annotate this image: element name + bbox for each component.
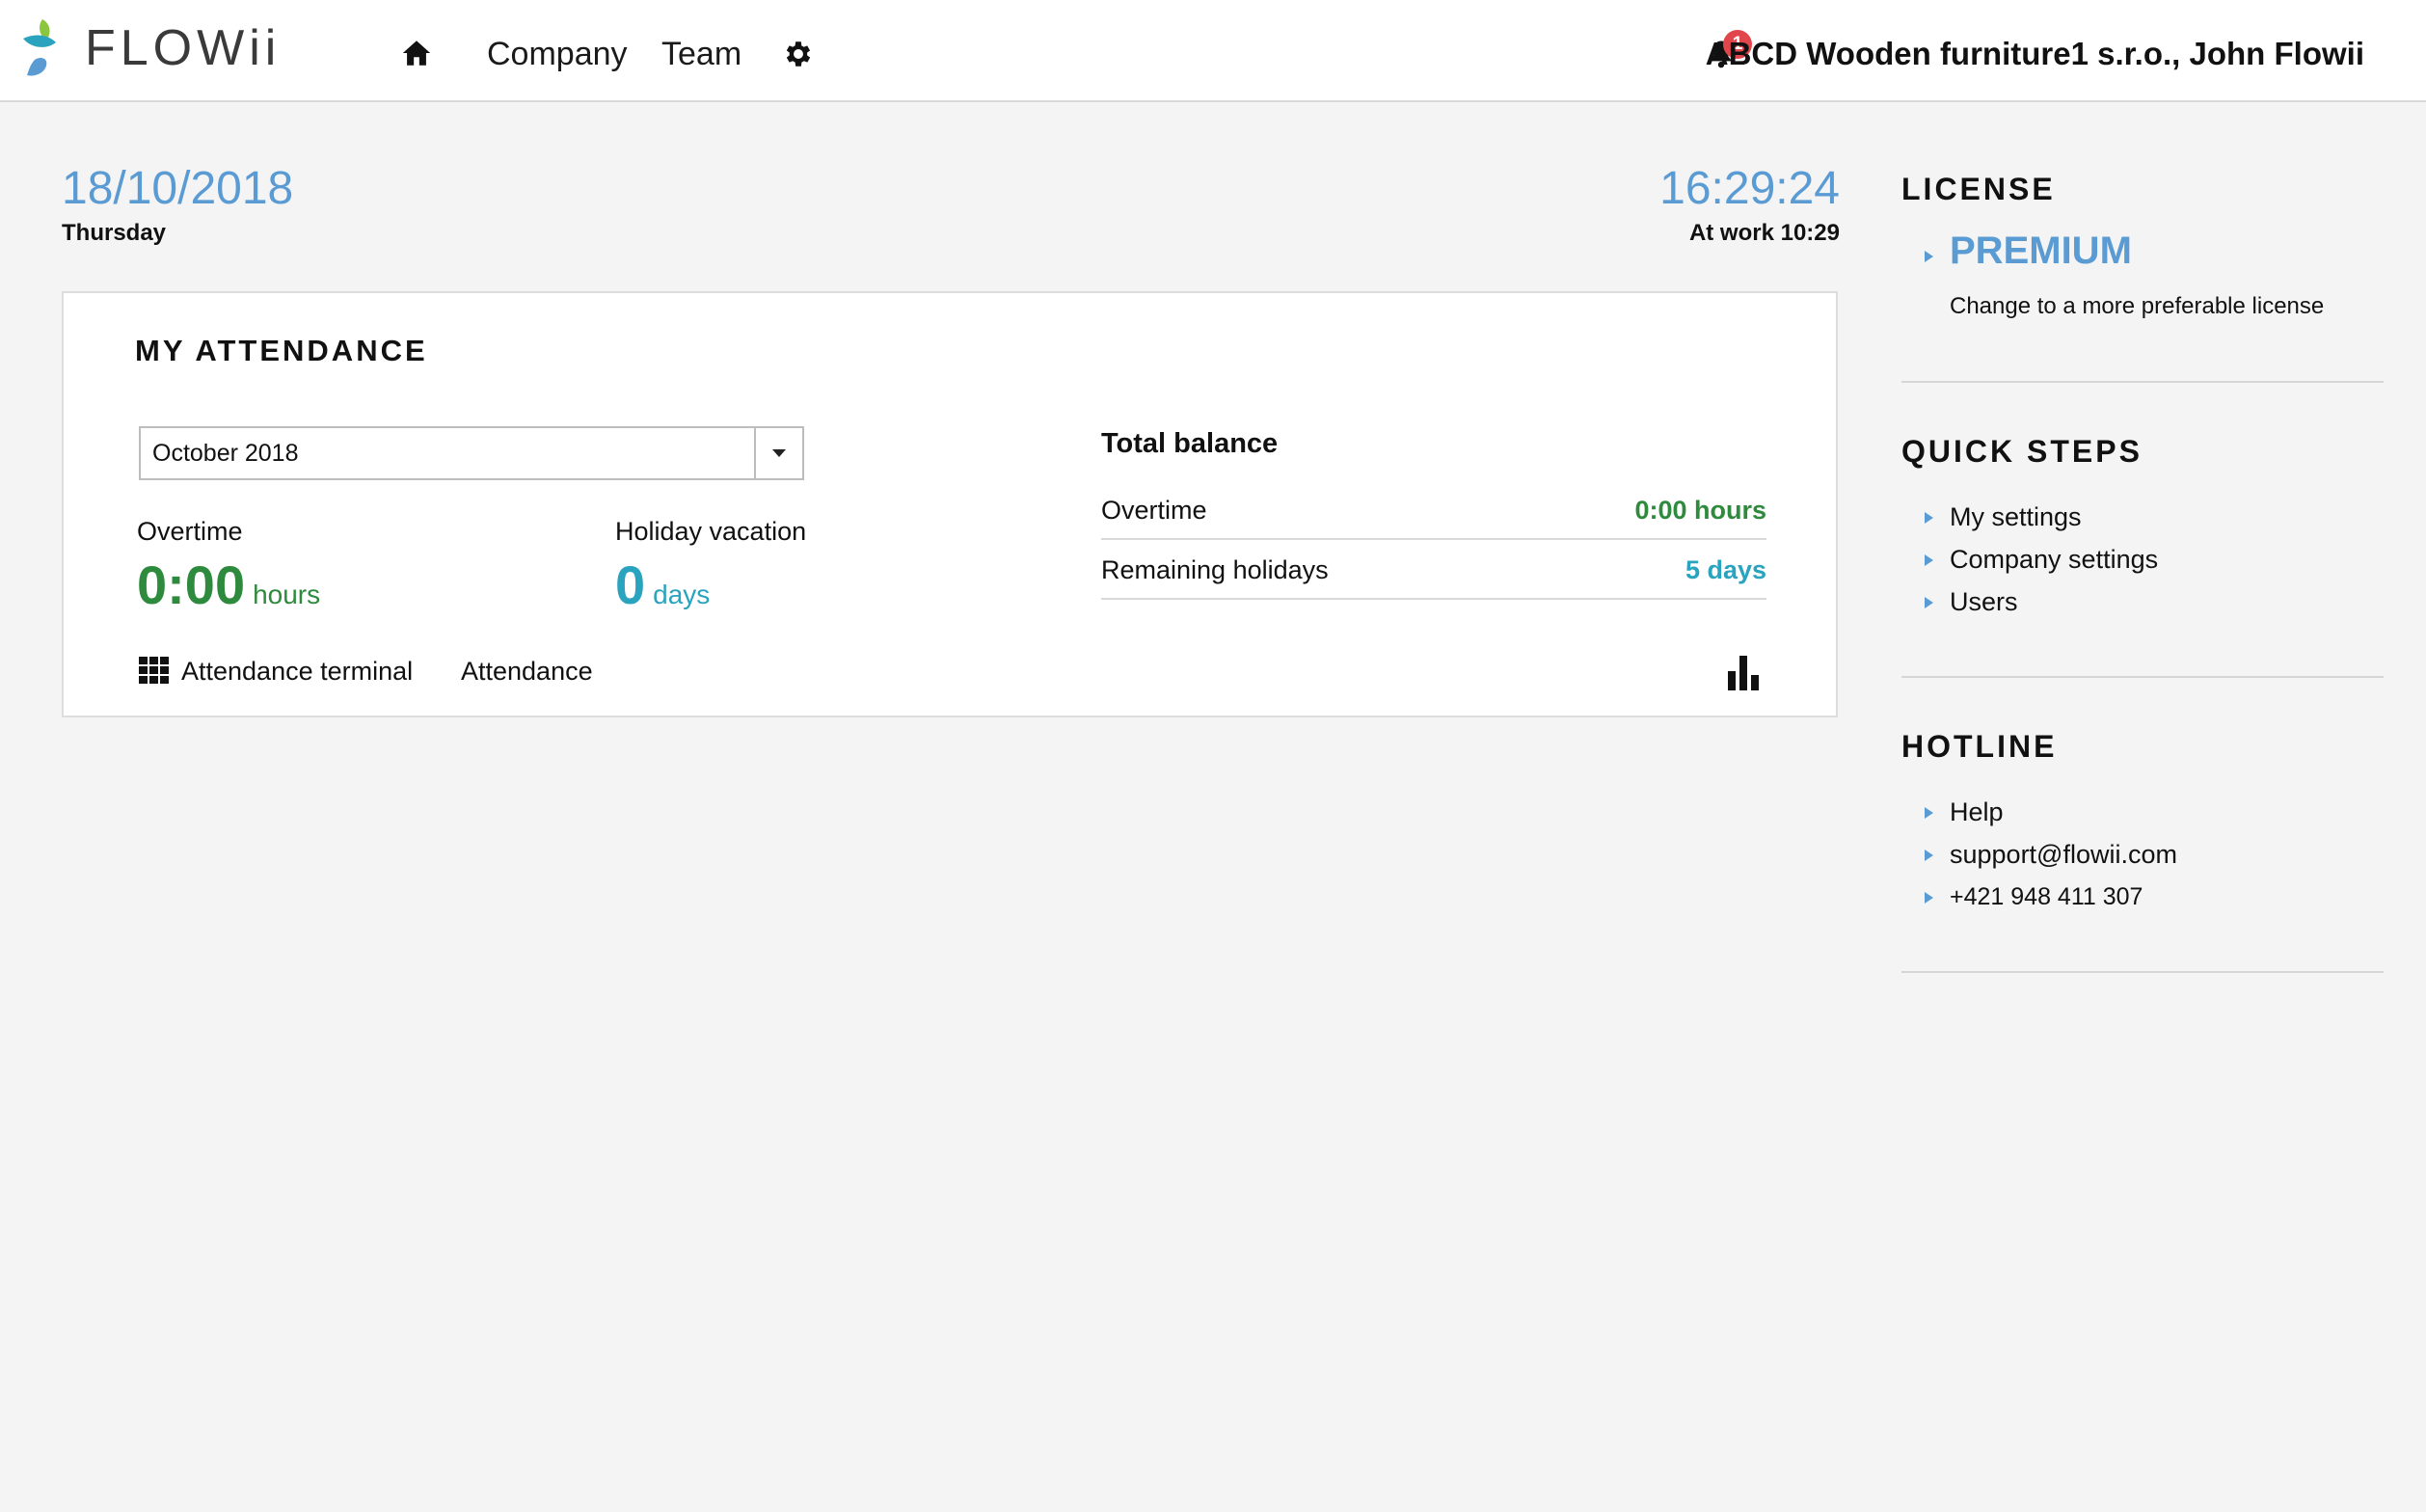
attendance-link[interactable]: Attendance [461, 652, 593, 690]
quick-step-my-settings[interactable]: My settings [1950, 498, 2082, 536]
sidebar-divider [1901, 381, 2384, 383]
arrow-right-icon [1925, 807, 1933, 819]
hotline-help-link[interactable]: Help [1950, 793, 2004, 831]
flowii-logo[interactable]: FLOWii [21, 17, 276, 79]
current-weekday: Thursday [62, 220, 167, 246]
overtime-stat: 0:00 hours [137, 552, 320, 619]
overtime-unit: hours [253, 580, 321, 609]
quick-step-company-settings[interactable]: Company settings [1950, 540, 2158, 579]
quick-steps-heading: QUICK STEPS [1901, 434, 2143, 469]
arrow-right-icon [1925, 251, 1933, 262]
overtime-value: 0:00 [137, 554, 246, 615]
grid-icon [139, 657, 169, 684]
attendance-terminal-label: Attendance terminal [181, 657, 414, 686]
hotline-phone-link[interactable]: +421 948 411 307 [1950, 878, 2143, 916]
hotline-email-link[interactable]: support@flowii.com [1950, 835, 2177, 874]
logo-wordmark: FLOWii [85, 20, 282, 76]
license-heading: LICENSE [1901, 172, 2056, 206]
arrow-right-icon [1925, 850, 1933, 861]
balance-value: 5 days [1685, 555, 1766, 584]
balance-label: Overtime [1101, 496, 1207, 525]
sidebar-divider [1901, 971, 2384, 973]
holiday-value: 0 [615, 554, 646, 615]
arrow-right-icon [1925, 512, 1933, 524]
total-balance-title: Total balance [1101, 428, 1279, 459]
top-navigation-bar: FLOWii Company Team 1 ABCD Wooden furnit… [0, 0, 2426, 102]
gear-icon[interactable] [782, 38, 815, 70]
company-user-menu[interactable]: ABCD Wooden furniture1 s.r.o., John Flow… [1706, 29, 2364, 79]
balance-row-holidays: Remaining holidays 5 days [1101, 542, 1766, 600]
at-work-duration: At work 10:29 [1688, 220, 1840, 246]
holiday-stat: 0 days [615, 552, 710, 619]
arrow-right-icon [1925, 597, 1933, 608]
quick-step-users[interactable]: Users [1950, 582, 2018, 621]
bar-chart-icon[interactable] [1728, 656, 1761, 690]
overtime-label: Overtime [137, 517, 243, 546]
arrow-right-icon [1925, 554, 1933, 566]
sidebar-divider [1901, 676, 2384, 678]
arrow-right-icon [1925, 892, 1933, 904]
holiday-unit: days [653, 580, 711, 609]
attendance-terminal-link[interactable]: Attendance terminal [139, 652, 413, 690]
holiday-label: Holiday vacation [615, 517, 807, 546]
balance-row-overtime: Overtime 0:00 hours [1101, 482, 1766, 540]
my-attendance-card: MY ATTENDANCE October 2018 Overtime 0:00… [62, 291, 1838, 717]
premium-license-link[interactable]: PREMIUM [1950, 230, 2132, 273]
balance-value: 0:00 hours [1634, 496, 1766, 525]
home-icon[interactable] [400, 37, 433, 69]
change-license-link[interactable]: Change to a more preferable license [1950, 293, 2324, 320]
card-title: MY ATTENDANCE [135, 334, 428, 367]
current-time: 16:29:24 [1659, 163, 1840, 214]
balance-label: Remaining holidays [1101, 555, 1329, 584]
nav-company[interactable]: Company [487, 29, 628, 79]
nav-team[interactable]: Team [661, 29, 741, 79]
month-select-value: October 2018 [152, 440, 299, 467]
current-date: 18/10/2018 [62, 163, 294, 214]
hotline-heading: HOTLINE [1901, 729, 2058, 764]
flowii-drops-icon [23, 19, 56, 76]
month-select[interactable]: October 2018 [139, 426, 804, 480]
chevron-down-icon[interactable] [754, 428, 802, 478]
